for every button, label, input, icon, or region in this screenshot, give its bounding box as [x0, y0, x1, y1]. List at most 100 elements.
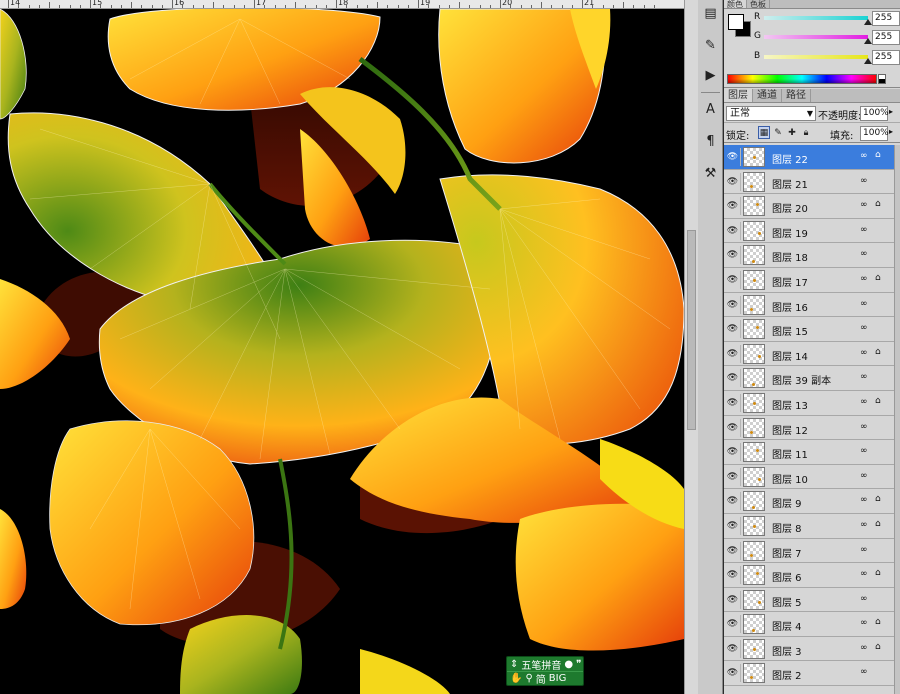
layer-thumbnail[interactable] — [743, 565, 765, 586]
layer-thumbnail[interactable] — [743, 392, 765, 413]
ime-name[interactable]: 五笔拼音 — [521, 657, 561, 672]
layer-row[interactable]: 👁︎ 图层 14 ∞ ⌂ — [724, 341, 894, 367]
black-white-ramp[interactable] — [878, 74, 886, 84]
visibility-eye-icon[interactable]: 👁︎ — [725, 369, 741, 388]
layer-row[interactable]: 👁︎ 图层 22 ∞ ⌂ — [724, 145, 894, 170]
layer-row[interactable]: 👁︎ 图层 17 ∞ ⌂ — [724, 267, 894, 293]
visibility-eye-icon[interactable]: 👁︎ — [725, 566, 741, 585]
lock-pixels-icon[interactable]: ✎ — [772, 126, 784, 139]
layer-name[interactable]: 图层 2 — [772, 667, 802, 682]
layer-row[interactable]: 👁︎ 图层 4 ∞ ⌂ — [724, 612, 894, 637]
layer-thumbnail[interactable] — [743, 589, 765, 610]
visibility-eye-icon[interactable]: 👁︎ — [725, 541, 741, 560]
visibility-eye-icon[interactable]: 👁︎ — [725, 492, 741, 511]
character-icon[interactable]: A — [700, 98, 721, 120]
visibility-eye-icon[interactable]: 👁︎ — [725, 467, 741, 486]
layer-thumbnail[interactable] — [743, 245, 765, 266]
tab-color[interactable]: 颜色 — [724, 0, 747, 9]
blend-mode-select[interactable]: 正常 ▼ — [726, 106, 816, 121]
fill-field[interactable]: 100% — [860, 126, 889, 141]
history-icon[interactable]: ▤ — [700, 2, 721, 24]
tab-swatches[interactable]: 色板 — [747, 0, 770, 9]
channel-slider-knob[interactable] — [864, 38, 872, 44]
channel-slider-knob[interactable] — [864, 58, 872, 64]
layer-thumbnail[interactable] — [743, 269, 765, 290]
layer-thumbnail[interactable] — [743, 663, 765, 684]
channel-slider-knob[interactable] — [864, 19, 872, 25]
layer-name[interactable]: 图层 18 — [772, 249, 808, 264]
ime-status-bar[interactable]: ⇕ 五笔拼音 ● ❞ ✋ ⚲ 简 BIG — [506, 656, 584, 686]
layer-row[interactable]: 👁︎ 图层 5 ∞ — [724, 587, 894, 613]
layer-row[interactable]: 👁︎ 图层 18 ∞ — [724, 243, 894, 268]
layer-name[interactable]: 图层 11 — [772, 446, 808, 461]
layer-row[interactable]: 👁︎ 图层 19 ∞ — [724, 218, 894, 244]
layer-name[interactable]: 图层 10 — [772, 471, 808, 486]
layer-row[interactable]: 👁︎ 图层 20 ∞ ⌂ — [724, 194, 894, 219]
ime-hand-icon[interactable]: ✋ — [510, 673, 522, 684]
channel-slider-track[interactable] — [764, 35, 868, 39]
layer-name[interactable]: 图层 22 — [772, 151, 808, 166]
visibility-eye-icon[interactable]: 👁︎ — [725, 246, 741, 265]
tab-channels[interactable]: 通道 — [753, 89, 782, 102]
layer-name[interactable]: 图层 5 — [772, 594, 802, 609]
layer-thumbnail[interactable] — [743, 466, 765, 487]
layer-thumbnail[interactable] — [743, 540, 765, 561]
channel-value-field[interactable]: 255 — [872, 30, 900, 45]
lock-transparency-icon[interactable]: ▦ — [758, 126, 770, 139]
layer-row[interactable]: 👁︎ 图层 13 ∞ ⌂ — [724, 390, 894, 416]
visibility-eye-icon[interactable]: 👁︎ — [725, 393, 741, 412]
layer-thumbnail[interactable] — [743, 491, 765, 512]
layer-name[interactable]: 图层 39 副本 — [772, 372, 831, 387]
visibility-eye-icon[interactable]: 👁︎ — [725, 295, 741, 314]
actions-icon[interactable]: ▶ — [700, 64, 721, 86]
layer-thumbnail[interactable] — [743, 220, 765, 241]
visibility-eye-icon[interactable]: 👁︎ — [725, 197, 741, 216]
layer-thumbnail[interactable] — [743, 343, 765, 364]
layer-row[interactable]: 👁︎ 图层 10 ∞ — [724, 464, 894, 490]
layer-row[interactable]: 👁︎ 图层 3 ∞ ⌂ — [724, 636, 894, 662]
channel-value-field[interactable]: 255 — [872, 50, 900, 65]
color-spectrum-ramp[interactable] — [727, 74, 877, 84]
paragraph-icon[interactable]: ¶ — [700, 130, 721, 152]
visibility-eye-icon[interactable]: 👁︎ — [725, 639, 741, 658]
layer-thumbnail[interactable] — [743, 515, 765, 536]
visibility-eye-icon[interactable]: 👁︎ — [725, 516, 741, 535]
layers-scrollbar[interactable] — [894, 145, 900, 694]
layer-row[interactable]: 👁︎ 图层 6 ∞ ⌂ — [724, 563, 894, 588]
visibility-eye-icon[interactable]: 👁︎ — [725, 270, 741, 289]
scrollbar-thumb[interactable] — [687, 230, 696, 430]
foreground-color-swatch[interactable] — [728, 14, 744, 30]
horizontal-ruler[interactable]: 14 15 16 17 18 19 20 21 — [0, 0, 684, 9]
visibility-eye-icon[interactable]: 👁︎ — [725, 344, 741, 363]
layer-row[interactable]: 👁︎ 图层 8 ∞ ⌂ — [724, 513, 894, 539]
brush-presets-icon[interactable]: ✎ — [700, 34, 721, 56]
opacity-slider-arrow-icon[interactable]: ▸ — [889, 107, 893, 116]
layer-name[interactable]: 图层 19 — [772, 225, 808, 240]
layer-thumbnail[interactable] — [743, 147, 765, 167]
lock-all-icon[interactable]: 🔒︎ — [800, 126, 812, 139]
visibility-eye-icon[interactable]: 👁︎ — [725, 320, 741, 339]
layer-list[interactable]: 👁︎ 图层 22 ∞ ⌂ 👁︎ 图层 21 ∞ 👁︎ 图层 20 ∞ ⌂ 👁︎ 图层 19 ∞ 👁︎ 图层 1… — [724, 145, 894, 694]
layer-name[interactable]: 图层 8 — [772, 520, 802, 535]
ime-big-label[interactable]: BIG — [549, 673, 567, 684]
layer-name[interactable]: 图层 16 — [772, 299, 808, 314]
layer-name[interactable]: 图层 17 — [772, 274, 808, 289]
visibility-eye-icon[interactable]: 👁︎ — [725, 418, 741, 437]
visibility-eye-icon[interactable]: 👁︎ — [725, 443, 741, 462]
tab-paths[interactable]: 路径 — [782, 89, 811, 102]
channel-slider-track[interactable] — [764, 16, 868, 20]
layer-thumbnail[interactable] — [743, 638, 765, 659]
layer-thumbnail[interactable] — [743, 294, 765, 315]
document-canvas[interactable]: 14 15 16 17 18 19 20 21 ⇕ 五笔拼音 ● ❞ ✋ ⚲ 简… — [0, 0, 684, 694]
visibility-eye-icon[interactable]: 👁︎ — [725, 148, 741, 166]
layer-name[interactable]: 图层 6 — [772, 569, 802, 584]
layer-name[interactable]: 图层 21 — [772, 176, 808, 191]
layer-name[interactable]: 图层 12 — [772, 422, 808, 437]
lock-position-icon[interactable]: ✚ — [786, 126, 798, 139]
layer-row[interactable]: 👁︎ 图层 7 ∞ — [724, 538, 894, 564]
layer-thumbnail[interactable] — [743, 171, 765, 192]
channel-value-field[interactable]: 255 — [872, 11, 900, 26]
layer-name[interactable]: 图层 15 — [772, 323, 808, 338]
fill-slider-arrow-icon[interactable]: ▸ — [889, 127, 893, 136]
ginkgo-artwork[interactable] — [0, 9, 684, 694]
